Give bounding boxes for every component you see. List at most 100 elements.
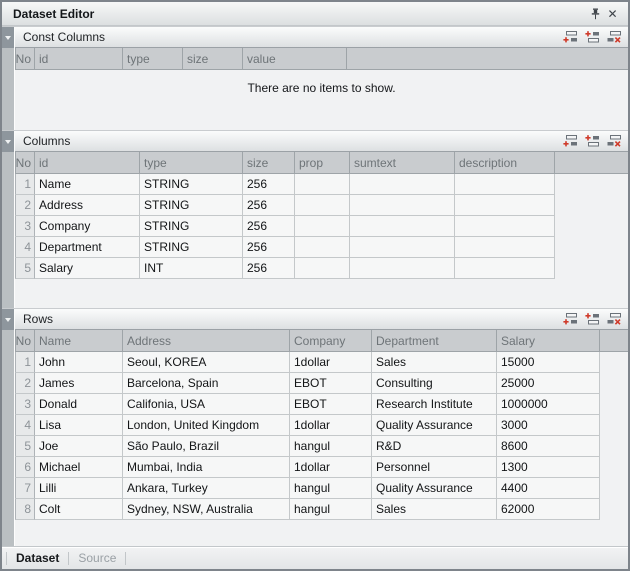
insert-row-button[interactable]	[584, 31, 599, 44]
table-row[interactable]: 1NameSTRING256	[15, 174, 628, 195]
close-icon[interactable]: ✕	[604, 5, 621, 22]
column-header-type[interactable]: type	[123, 48, 183, 70]
table-cell[interactable]: Address	[35, 195, 140, 216]
table-cell[interactable]	[350, 216, 455, 237]
table-cell[interactable]: Colt	[35, 499, 123, 520]
table-cell[interactable]	[295, 216, 350, 237]
table-cell[interactable]: Department	[35, 237, 140, 258]
column-header-id[interactable]: id	[35, 48, 123, 70]
table-cell[interactable]: STRING	[140, 237, 243, 258]
table-cell[interactable]: Michael	[35, 457, 123, 478]
column-header-salary[interactable]: Salary	[497, 330, 600, 352]
table-cell[interactable]: hangul	[290, 436, 372, 457]
row-number-cell[interactable]: 7	[15, 478, 35, 499]
row-number-cell[interactable]: 3	[15, 394, 35, 415]
table-row[interactable]: 8ColtSydney, NSW, AustraliahangulSales62…	[15, 499, 628, 520]
table-cell[interactable]: Califonia, USA	[123, 394, 290, 415]
table-row[interactable]: 5JoeSão Paulo, BrazilhangulR&D8600	[15, 436, 628, 457]
column-header-no[interactable]: No	[15, 152, 35, 174]
table-row[interactable]: 2AddressSTRING256	[15, 195, 628, 216]
table-cell[interactable]: Research Institute	[372, 394, 497, 415]
table-cell[interactable]: STRING	[140, 195, 243, 216]
column-header-size[interactable]: size	[183, 48, 243, 70]
delete-row-button[interactable]	[606, 135, 621, 148]
table-cell[interactable]: INT	[140, 258, 243, 279]
add-row-button[interactable]	[562, 313, 577, 326]
table-cell[interactable]: 15000	[497, 352, 600, 373]
table-cell[interactable]: Barcelona, Spain	[123, 373, 290, 394]
row-number-cell[interactable]: 6	[15, 457, 35, 478]
table-cell[interactable]: 3000	[497, 415, 600, 436]
table-row[interactable]: 1JohnSeoul, KOREA1dollarSales15000	[15, 352, 628, 373]
table-cell[interactable]: Salary	[35, 258, 140, 279]
table-cell[interactable]: Lilli	[35, 478, 123, 499]
row-number-cell[interactable]: 1	[15, 352, 35, 373]
table-cell[interactable]	[295, 174, 350, 195]
table-cell[interactable]	[350, 237, 455, 258]
column-header-sumtext[interactable]: sumtext	[350, 152, 455, 174]
table-cell[interactable]	[295, 237, 350, 258]
collapse-section-button[interactable]	[2, 27, 15, 48]
add-row-button[interactable]	[562, 31, 577, 44]
table-cell[interactable]: STRING	[140, 216, 243, 237]
table-cell[interactable]: London, United Kingdom	[123, 415, 290, 436]
table-row[interactable]: 4DepartmentSTRING256	[15, 237, 628, 258]
table-cell[interactable]	[455, 216, 555, 237]
column-header-description[interactable]: description	[455, 152, 555, 174]
table-cell[interactable]: John	[35, 352, 123, 373]
table-cell[interactable]: Lisa	[35, 415, 123, 436]
column-header-address[interactable]: Address	[123, 330, 290, 352]
table-cell[interactable]: Name	[35, 174, 140, 195]
table-row[interactable]: 2JamesBarcelona, SpainEBOTConsulting2500…	[15, 373, 628, 394]
add-row-button[interactable]	[562, 135, 577, 148]
table-cell[interactable]: Donald	[35, 394, 123, 415]
row-number-cell[interactable]: 2	[15, 373, 35, 394]
table-cell[interactable]: 1300	[497, 457, 600, 478]
table-cell[interactable]: R&D	[372, 436, 497, 457]
row-number-cell[interactable]: 2	[15, 195, 35, 216]
table-row[interactable]: 5SalaryINT256	[15, 258, 628, 279]
table-cell[interactable]: 256	[243, 195, 295, 216]
delete-row-button[interactable]	[606, 31, 621, 44]
table-cell[interactable]: James	[35, 373, 123, 394]
table-cell[interactable]: Personnel	[372, 457, 497, 478]
table-cell[interactable]: Quality Assurance	[372, 415, 497, 436]
table-cell[interactable]: 1dollar	[290, 415, 372, 436]
table-cell[interactable]	[295, 195, 350, 216]
insert-row-button[interactable]	[584, 135, 599, 148]
table-cell[interactable]	[455, 174, 555, 195]
delete-row-button[interactable]	[606, 313, 621, 326]
table-cell[interactable]: Seoul, KOREA	[123, 352, 290, 373]
table-cell[interactable]: 62000	[497, 499, 600, 520]
table-cell[interactable]	[455, 195, 555, 216]
table-cell[interactable]: Sales	[372, 352, 497, 373]
table-cell[interactable]: 4400	[497, 478, 600, 499]
table-cell[interactable]	[295, 258, 350, 279]
collapse-section-button[interactable]	[2, 309, 15, 330]
table-cell[interactable]: 1000000	[497, 394, 600, 415]
column-header-id[interactable]: id	[35, 152, 140, 174]
table-cell[interactable]: Mumbai, India	[123, 457, 290, 478]
tab-source[interactable]: Source	[69, 551, 125, 565]
table-cell[interactable]: 256	[243, 237, 295, 258]
column-header-name[interactable]: Name	[35, 330, 123, 352]
table-cell[interactable]: Sales	[372, 499, 497, 520]
table-cell[interactable]: Ankara, Turkey	[123, 478, 290, 499]
table-cell[interactable]	[350, 174, 455, 195]
table-cell[interactable]: São Paulo, Brazil	[123, 436, 290, 457]
row-number-cell[interactable]: 3	[15, 216, 35, 237]
table-cell[interactable]: 8600	[497, 436, 600, 457]
table-cell[interactable]: 1dollar	[290, 352, 372, 373]
table-cell[interactable]: 256	[243, 216, 295, 237]
row-number-cell[interactable]: 8	[15, 499, 35, 520]
table-cell[interactable]: 1dollar	[290, 457, 372, 478]
row-number-cell[interactable]: 4	[15, 415, 35, 436]
table-cell[interactable]: STRING	[140, 174, 243, 195]
table-row[interactable]: 6MichaelMumbai, India1dollarPersonnel130…	[15, 457, 628, 478]
table-cell[interactable]: 256	[243, 258, 295, 279]
column-header-company[interactable]: Company	[290, 330, 372, 352]
table-cell[interactable]: hangul	[290, 499, 372, 520]
table-row[interactable]: 3CompanySTRING256	[15, 216, 628, 237]
table-cell[interactable]: EBOT	[290, 373, 372, 394]
table-cell[interactable]: Quality Assurance	[372, 478, 497, 499]
